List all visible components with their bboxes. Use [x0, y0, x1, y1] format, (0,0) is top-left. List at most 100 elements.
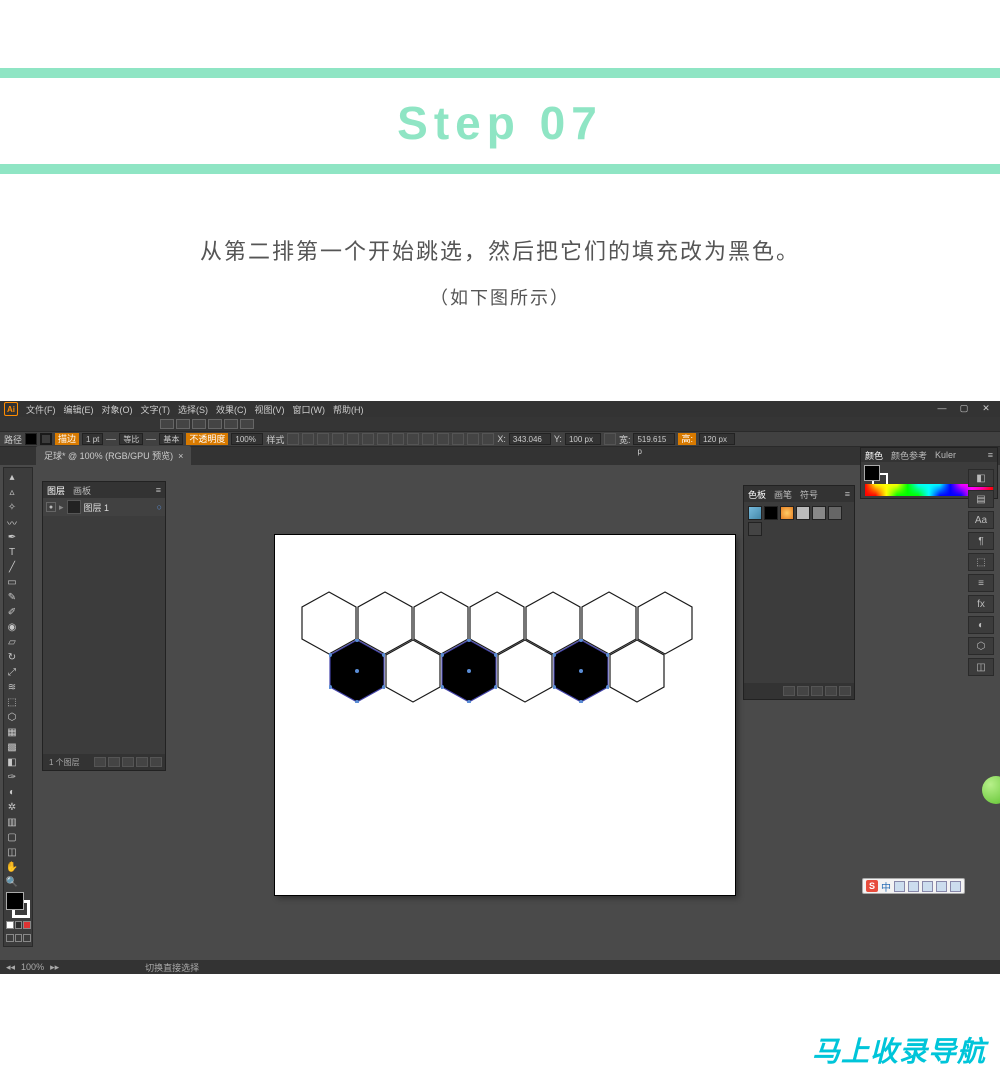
pencil-tool-icon[interactable]: ✐: [6, 605, 18, 619]
swatch[interactable]: [828, 506, 842, 520]
slice-tool-icon[interactable]: ◫: [6, 845, 18, 859]
dock-panel-icon[interactable]: ⬡: [968, 637, 994, 655]
graph-tool-icon[interactable]: ▥: [6, 815, 18, 829]
screen-modes[interactable]: [6, 932, 32, 944]
window-close-button[interactable]: ✕: [976, 401, 996, 415]
scale-tool-icon[interactable]: ⤢: [6, 665, 18, 679]
workspace-icon[interactable]: [192, 419, 206, 429]
hexagon[interactable]: [609, 639, 665, 703]
ime-moon-icon[interactable]: [894, 881, 905, 892]
hexagon-selected[interactable]: [329, 639, 385, 703]
magic-wand-tool-icon[interactable]: ✧: [6, 500, 18, 514]
new-layer-icon[interactable]: [136, 757, 148, 767]
profile-field[interactable]: 等比: [119, 433, 143, 445]
hexagon[interactable]: [385, 639, 441, 703]
swatches-tab[interactable]: 色板: [748, 488, 766, 501]
dock-panel-icon[interactable]: ≡: [968, 574, 994, 592]
ime-face-icon[interactable]: [922, 881, 933, 892]
opacity-field[interactable]: 100%: [231, 433, 263, 445]
swatches-options-icon[interactable]: [797, 686, 809, 696]
color-guide-tab[interactable]: 颜色参考: [891, 449, 927, 462]
swatch[interactable]: [812, 506, 826, 520]
dock-panel-icon[interactable]: fx: [968, 595, 994, 613]
visibility-toggle-icon[interactable]: ●: [46, 502, 56, 512]
draw-modes[interactable]: [6, 919, 32, 931]
align-icon[interactable]: [467, 433, 479, 445]
dock-panel-icon[interactable]: ▤: [968, 490, 994, 508]
stroke-link[interactable]: 描边: [55, 433, 79, 445]
swatch[interactable]: [796, 506, 810, 520]
eyedropper-tool-icon[interactable]: ✑: [6, 770, 18, 784]
symbol-sprayer-tool-icon[interactable]: ✲: [6, 800, 18, 814]
menu-help[interactable]: 帮助(H): [333, 403, 364, 416]
ime-mode[interactable]: 中: [881, 879, 891, 894]
dock-panel-icon[interactable]: ◫: [968, 658, 994, 676]
layers-tab[interactable]: 图层: [47, 484, 65, 497]
free-transform-tool-icon[interactable]: ⬚: [6, 695, 18, 709]
blob-brush-tool-icon[interactable]: ◉: [6, 620, 18, 634]
align-icon[interactable]: [362, 433, 374, 445]
delete-layer-icon[interactable]: [150, 757, 162, 767]
canvas-area[interactable]: [180, 495, 735, 960]
floating-badge-icon[interactable]: [982, 776, 1000, 804]
transform-icon[interactable]: [482, 433, 494, 445]
ime-keyboard-icon[interactable]: [908, 881, 919, 892]
menu-effect[interactable]: 效果(C): [216, 403, 247, 416]
artboards-tab[interactable]: 画板: [73, 484, 91, 497]
hexagon[interactable]: [497, 639, 553, 703]
mesh-tool-icon[interactable]: ▩: [6, 740, 18, 754]
panel-menu-icon[interactable]: ≡: [845, 489, 850, 499]
align-icon[interactable]: [317, 433, 329, 445]
align-icon[interactable]: [392, 433, 404, 445]
layer-row[interactable]: ● ▸ 图层 1 ○: [43, 498, 165, 516]
align-icon[interactable]: [422, 433, 434, 445]
window-minimize-button[interactable]: —: [932, 401, 952, 415]
locate-object-icon[interactable]: [94, 757, 106, 767]
dock-panel-icon[interactable]: Aa: [968, 511, 994, 529]
menu-view[interactable]: 视图(V): [255, 403, 285, 416]
color-tab[interactable]: 颜色: [865, 449, 883, 462]
zoom-tool-icon[interactable]: 🔍: [6, 875, 18, 889]
width-tool-icon[interactable]: ≋: [6, 680, 18, 694]
stroke-weight-field[interactable]: 1 pt: [82, 433, 103, 445]
link-wh-icon[interactable]: [604, 433, 616, 445]
x-field[interactable]: 343.046: [509, 433, 551, 445]
dock-panel-icon[interactable]: ◧: [968, 469, 994, 487]
align-icon[interactable]: [437, 433, 449, 445]
nav-prev-icon[interactable]: ◂◂: [6, 962, 15, 973]
pen-tool-icon[interactable]: ✒: [6, 530, 18, 544]
workspace-icon[interactable]: [176, 419, 190, 429]
h-field[interactable]: 120 px: [699, 433, 735, 445]
hand-tool-icon[interactable]: ✋: [6, 860, 18, 874]
align-icon[interactable]: [407, 433, 419, 445]
swatch[interactable]: [748, 506, 762, 520]
blend-tool-icon[interactable]: ◐: [6, 785, 18, 799]
y-field[interactable]: 100 px: [565, 433, 601, 445]
align-icon[interactable]: [302, 433, 314, 445]
shape-builder-tool-icon[interactable]: ⬡: [6, 710, 18, 724]
opacity-link[interactable]: 不透明度: [186, 433, 228, 445]
fill-swatch[interactable]: [25, 433, 37, 445]
type-tool-icon[interactable]: T: [6, 545, 18, 559]
line-tool-icon[interactable]: ╱: [6, 560, 18, 574]
gradient-tool-icon[interactable]: ◧: [6, 755, 18, 769]
window-maximize-button[interactable]: ▢: [954, 401, 974, 415]
align-icon[interactable]: [377, 433, 389, 445]
brush-field[interactable]: 基本: [159, 433, 183, 445]
kuler-tab[interactable]: Kuler: [935, 450, 956, 460]
symbols-tab[interactable]: 符号: [800, 488, 818, 501]
workspace-icon[interactable]: [160, 419, 174, 429]
stroke-swatch[interactable]: [40, 433, 52, 445]
hexagon-selected[interactable]: [553, 639, 609, 703]
style-swatch[interactable]: [287, 433, 299, 445]
nav-next-icon[interactable]: ▸▸: [50, 962, 59, 973]
fill-box[interactable]: [6, 892, 24, 910]
align-icon[interactable]: [347, 433, 359, 445]
menu-object[interactable]: 对象(O): [102, 403, 133, 416]
dock-panel-icon[interactable]: ¶: [968, 532, 994, 550]
fill-stroke-indicator[interactable]: [6, 892, 30, 918]
artboard-tool-icon[interactable]: ▢: [6, 830, 18, 844]
menu-edit[interactable]: 编辑(E): [64, 403, 94, 416]
new-swatch-group-icon[interactable]: [811, 686, 823, 696]
w-field[interactable]: 519.615 p: [633, 433, 675, 445]
